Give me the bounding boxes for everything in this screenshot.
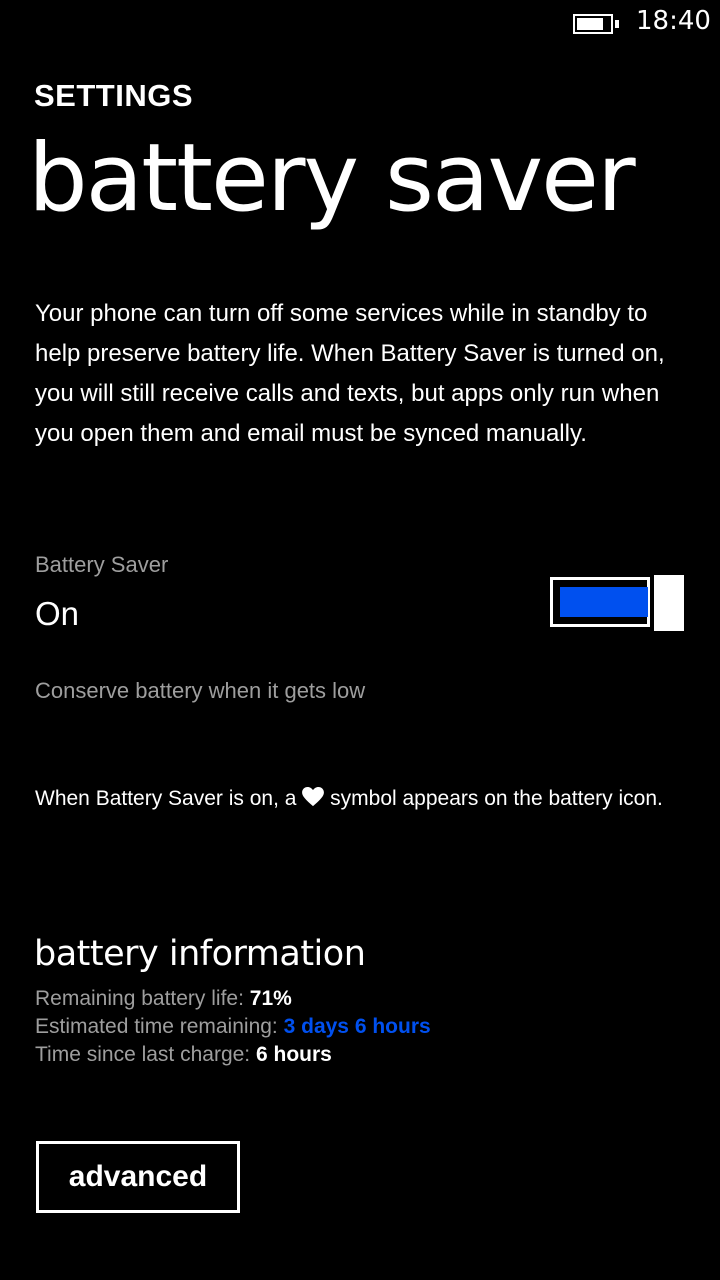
info-label: Remaining battery life:	[35, 987, 244, 1010]
advanced-button[interactable]: advanced	[36, 1141, 240, 1213]
toggle-thumb[interactable]	[654, 575, 684, 631]
battery-saver-toggle-state: On	[35, 595, 80, 632]
page-title: battery saver	[28, 124, 636, 233]
note-text-after-icon: symbol appears on the battery icon.	[330, 787, 663, 810]
battery-saver-caption: Conserve battery when it gets low	[35, 678, 366, 703]
info-value: 6 hours	[255, 1043, 332, 1066]
info-label: Time since last charge:	[35, 1043, 251, 1066]
heart-icon	[302, 786, 325, 815]
info-row-remaining-life: Remaining battery life: 71%	[35, 985, 431, 1013]
battery-icon	[573, 14, 619, 34]
info-row-time-since-charge: Time since last charge: 6 hours	[35, 1041, 431, 1069]
battery-information-list: Remaining battery life: 71% Estimated ti…	[35, 985, 431, 1069]
description-text: Your phone can turn off some services wh…	[35, 300, 665, 447]
battery-information-heading: battery information	[34, 934, 366, 974]
info-row-estimated-time: Estimated time remaining: 3 days 6 hours	[35, 1013, 431, 1041]
info-label: Estimated time remaining:	[35, 1015, 278, 1038]
battery-icon-tip	[615, 20, 619, 28]
status-bar: 18:40	[0, 0, 720, 48]
battery-icon-fill	[577, 18, 603, 30]
battery-saver-note: When Battery Saver is on, a symbol appea…	[35, 784, 675, 815]
battery-saver-toggle-switch[interactable]	[550, 575, 684, 631]
toggle-fill	[560, 587, 648, 617]
app-title: SETTINGS	[34, 78, 194, 113]
battery-saver-toggle-header: Battery Saver	[35, 552, 169, 577]
info-value: 3 days 6 hours	[283, 1015, 431, 1038]
note-text-before-icon: When Battery Saver is on, a	[35, 787, 297, 810]
status-clock: 18:40	[636, 6, 711, 36]
info-value: 71%	[249, 987, 292, 1010]
